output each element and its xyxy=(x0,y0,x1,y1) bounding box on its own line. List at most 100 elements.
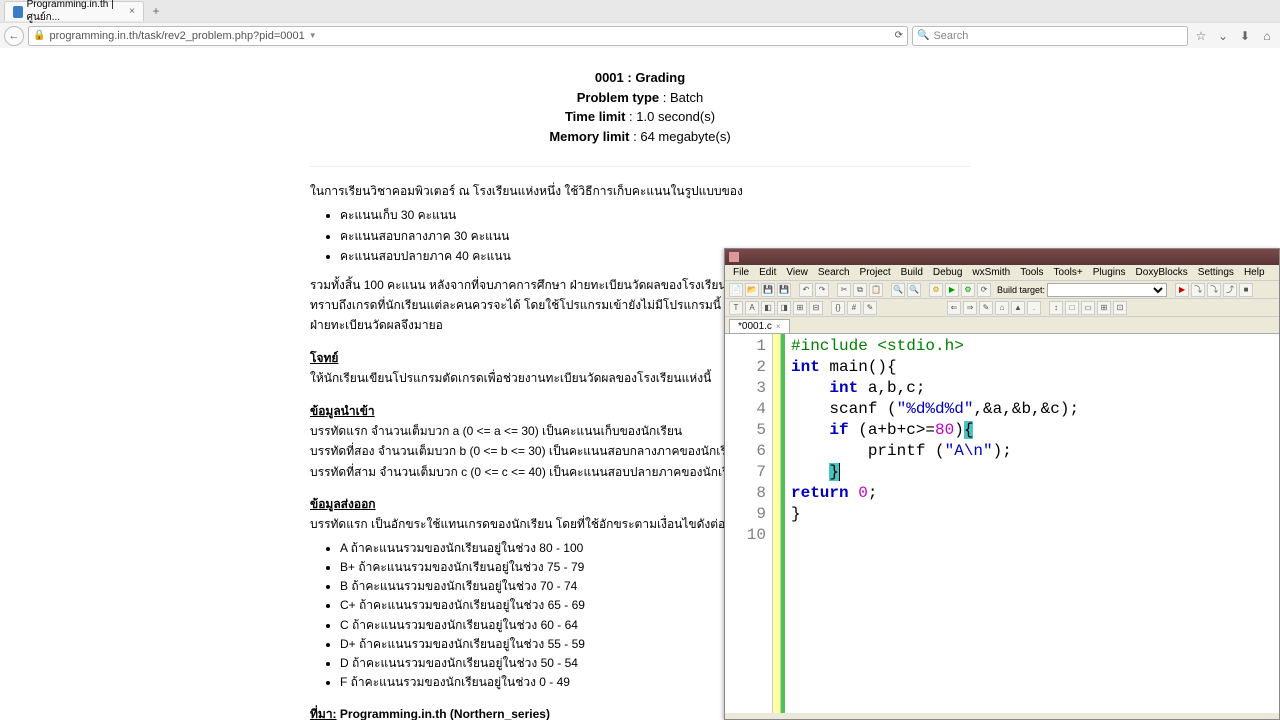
line-num: 5 xyxy=(725,420,766,441)
tb-icon[interactable]: ◨ xyxy=(777,301,791,315)
build-target-label: Build target: xyxy=(997,285,1045,295)
copy-icon[interactable]: ⧉ xyxy=(853,283,867,297)
menu-view[interactable]: View xyxy=(782,266,812,279)
browser-tab[interactable]: Programming.in.th | ศูนย์ก... × xyxy=(4,1,144,21)
cb-toolbar-2: T A ◧ ◨ ⊞ ⊟ {} # ✎ ⇐ ⇒ ✎ ⌂ ▲ . ↕ □ ▭ ⊞ ⊡ xyxy=(725,299,1279,317)
menu-plugins[interactable]: Plugins xyxy=(1089,266,1130,279)
source-label: ที่มา: xyxy=(310,707,337,720)
undo-icon[interactable]: ↶ xyxy=(799,283,813,297)
next-icon[interactable]: ⇒ xyxy=(963,301,977,315)
tab-title: Programming.in.th | ศูนย์ก... xyxy=(27,0,126,25)
back-button[interactable]: ← xyxy=(4,26,24,46)
tb-icon[interactable]: ⊞ xyxy=(1097,301,1111,315)
debug-run-icon[interactable]: ▶ xyxy=(1175,283,1189,297)
tb-icon[interactable]: ▭ xyxy=(1081,301,1095,315)
debug-next-icon[interactable]: ⤵ xyxy=(1191,283,1205,297)
tb-icon[interactable]: ⊟ xyxy=(809,301,823,315)
line-num: 10 xyxy=(725,525,766,546)
url-text: programming.in.th/task/rev2_problem.php?… xyxy=(49,30,304,42)
menu-wxsmith[interactable]: wxSmith xyxy=(968,266,1014,279)
new-tab-button[interactable]: + xyxy=(148,3,164,19)
search-input[interactable]: 🔍 Search xyxy=(912,26,1188,46)
type-value: Batch xyxy=(670,90,703,105)
close-icon[interactable]: × xyxy=(776,322,781,331)
tb-icon[interactable]: ✎ xyxy=(979,301,993,315)
prev-icon[interactable]: ⇐ xyxy=(947,301,961,315)
task-heading: โจทย์ xyxy=(310,348,338,368)
line-num: 8 xyxy=(725,483,766,504)
menu-file[interactable]: File xyxy=(729,266,753,279)
redo-icon[interactable]: ↷ xyxy=(815,283,829,297)
time-label: Time limit xyxy=(565,109,625,124)
debug-out-icon[interactable]: ⤴ xyxy=(1223,283,1237,297)
cb-editor-tabs: *0001.c × xyxy=(725,317,1279,333)
bookmark-star-icon[interactable]: ☆ xyxy=(1192,29,1210,43)
cut-icon[interactable]: ✂ xyxy=(837,283,851,297)
find-icon[interactable]: 🔍 xyxy=(891,283,905,297)
cb-toolbar-1: 📄 📂 💾 💾 ↶ ↷ ✂ ⧉ 📋 🔍 🔍 ⚙ ▶ ⚙ ⟳ Build targ… xyxy=(725,281,1279,299)
menu-doxyblocks[interactable]: DoxyBlocks xyxy=(1132,266,1192,279)
tb-icon[interactable]: ◧ xyxy=(761,301,775,315)
tb-icon[interactable]: ✎ xyxy=(863,301,877,315)
tab-bar: Programming.in.th | ศูนย์ก... × + xyxy=(0,0,1280,22)
url-dropdown-icon[interactable]: ▼ xyxy=(309,31,317,40)
build-target-select[interactable] xyxy=(1047,283,1167,297)
code-editor[interactable]: 1 2 3 4 5 6 7 8 9 10 #include <stdio.h> … xyxy=(725,333,1279,713)
editor-tab-label: *0001.c xyxy=(738,321,772,332)
build-run-icon[interactable]: ⚙ xyxy=(961,283,975,297)
menu-help[interactable]: Help xyxy=(1240,266,1269,279)
favicon-icon xyxy=(13,6,23,18)
tab-close-icon[interactable]: × xyxy=(129,6,135,17)
tb-icon[interactable]: # xyxy=(847,301,861,315)
run-icon[interactable]: ▶ xyxy=(945,283,959,297)
menu-search[interactable]: Search xyxy=(814,266,854,279)
tb-icon[interactable]: ⊞ xyxy=(793,301,807,315)
debug-stop-icon[interactable]: ■ xyxy=(1239,283,1253,297)
cb-titlebar[interactable] xyxy=(725,249,1279,265)
debug-step-icon[interactable]: ⤵ xyxy=(1207,283,1221,297)
line-num: 9 xyxy=(725,504,766,525)
menu-project[interactable]: Project xyxy=(856,266,895,279)
input-heading: ข้อมูลนำเข้า xyxy=(310,401,375,421)
tb-icon[interactable]: ↕ xyxy=(1049,301,1063,315)
line-num: 3 xyxy=(725,378,766,399)
line-numbers: 1 2 3 4 5 6 7 8 9 10 xyxy=(725,334,773,713)
site-identity-icon[interactable]: 🔒 xyxy=(33,30,45,41)
tb-icon[interactable]: T xyxy=(729,301,743,315)
mem-value: 64 megabyte(s) xyxy=(640,129,730,144)
paste-icon[interactable]: 📋 xyxy=(869,283,883,297)
open-icon[interactable]: 📂 xyxy=(745,283,759,297)
editor-tab[interactable]: *0001.c × xyxy=(729,319,790,333)
code-area[interactable]: #include <stdio.h> int main(){ int a,b,c… xyxy=(785,334,1279,713)
tb-icon[interactable]: ⊡ xyxy=(1113,301,1127,315)
url-input[interactable]: 🔒 programming.in.th/task/rev2_problem.ph… xyxy=(28,26,908,46)
menu-debug[interactable]: Debug xyxy=(929,266,966,279)
save-icon[interactable]: 💾 xyxy=(761,283,775,297)
save-all-icon[interactable]: 💾 xyxy=(777,283,791,297)
menu-build[interactable]: Build xyxy=(897,266,927,279)
cb-menubar: File Edit View Search Project Build Debu… xyxy=(725,265,1279,281)
tb-icon[interactable]: ⌂ xyxy=(995,301,1009,315)
menu-settings[interactable]: Settings xyxy=(1194,266,1238,279)
mem-label: Memory limit xyxy=(549,129,629,144)
rebuild-icon[interactable]: ⟳ xyxy=(977,283,991,297)
address-bar: ← 🔒 programming.in.th/task/rev2_problem.… xyxy=(0,22,1280,48)
home-icon[interactable]: ⌂ xyxy=(1258,29,1276,43)
line-num: 4 xyxy=(725,399,766,420)
menu-toolsplus[interactable]: Tools+ xyxy=(1050,266,1087,279)
tb-icon[interactable]: □ xyxy=(1065,301,1079,315)
new-file-icon[interactable]: 📄 xyxy=(729,283,743,297)
reload-icon[interactable]: ⟳ xyxy=(895,30,903,41)
tb-icon[interactable]: . xyxy=(1027,301,1041,315)
build-icon[interactable]: ⚙ xyxy=(929,283,943,297)
pocket-icon[interactable]: ⌄ xyxy=(1214,29,1232,43)
fold-margin[interactable] xyxy=(773,334,781,713)
tb-icon[interactable]: A xyxy=(745,301,759,315)
tb-icon[interactable]: {} xyxy=(831,301,845,315)
menu-tools[interactable]: Tools xyxy=(1016,266,1047,279)
menu-edit[interactable]: Edit xyxy=(755,266,780,279)
downloads-icon[interactable]: ⬇ xyxy=(1236,29,1254,43)
source-value: Programming.in.th (Northern_series) xyxy=(340,707,550,720)
tb-icon[interactable]: ▲ xyxy=(1011,301,1025,315)
replace-icon[interactable]: 🔍 xyxy=(907,283,921,297)
